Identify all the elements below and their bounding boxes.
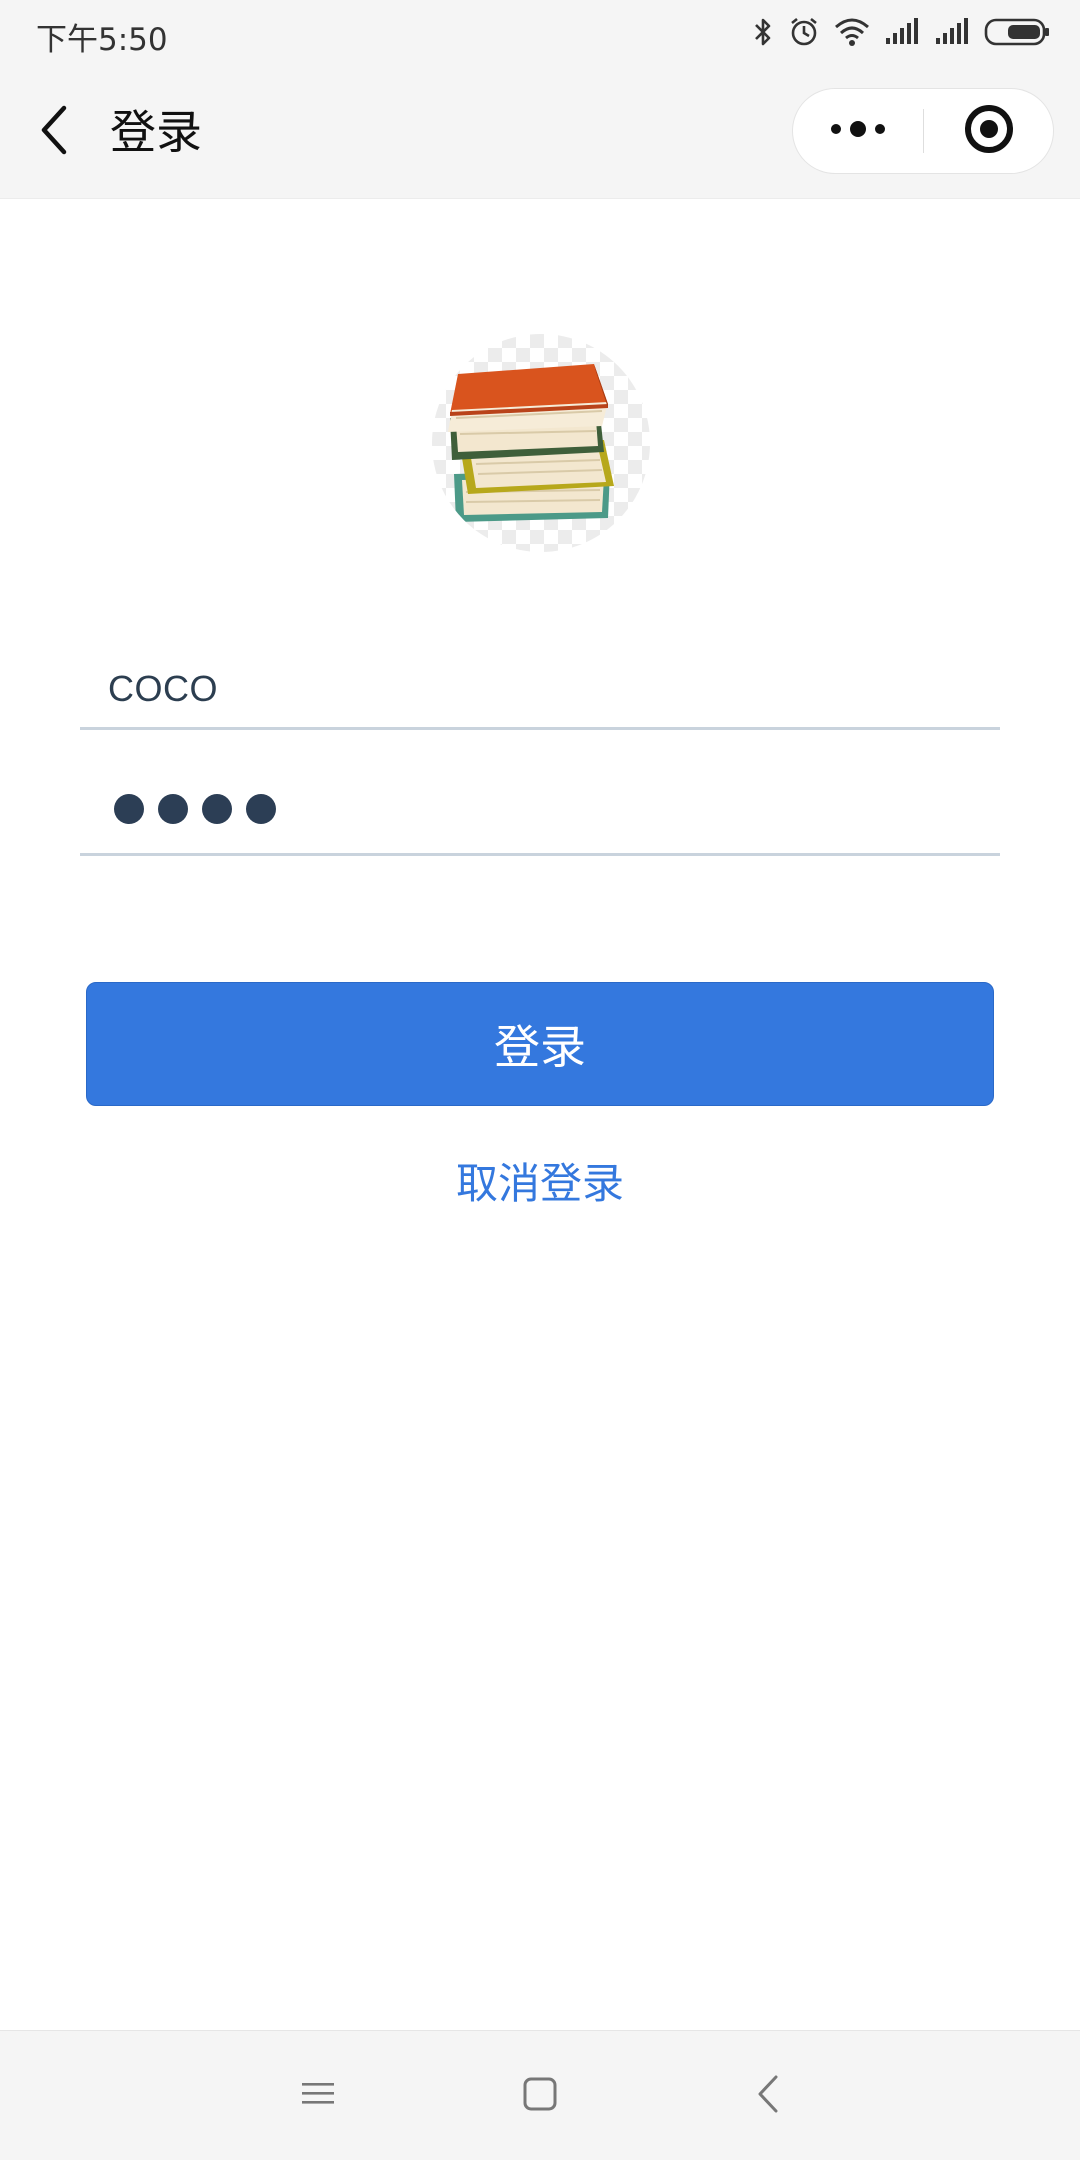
alarm-icon (788, 16, 820, 48)
avatar (432, 334, 650, 552)
username-value: COCO (108, 668, 218, 709)
menu-button[interactable] (278, 2061, 358, 2131)
system-nav-bar (0, 2030, 1080, 2160)
password-dot (158, 794, 188, 824)
back-button[interactable] (30, 102, 78, 162)
login-screen: 下午5:50 登录 COCO 登录 取消登录 (0, 0, 1080, 2160)
menu-icon (300, 2079, 336, 2113)
more-dots-icon (828, 119, 888, 143)
wifi-icon (834, 17, 870, 47)
page-title: 登录 (110, 105, 202, 159)
target-circle-icon (964, 104, 1014, 158)
password-field[interactable] (80, 768, 1000, 856)
password-dot (246, 794, 276, 824)
capsule-menu (792, 88, 1054, 174)
system-back-button[interactable] (728, 2061, 808, 2131)
home-button[interactable] (500, 2061, 580, 2131)
more-button[interactable] (793, 89, 923, 173)
chevron-left-icon (39, 105, 69, 159)
password-mask (114, 794, 276, 824)
home-square-icon (522, 2076, 558, 2116)
close-miniprogram-button[interactable] (924, 89, 1054, 173)
back-chevron-icon (756, 2074, 780, 2118)
nav-bar: 登录 (0, 66, 1080, 199)
status-time: 下午5:50 (36, 22, 168, 58)
signal-icon (884, 18, 920, 46)
signal-icon (934, 18, 970, 46)
books-stack-image (448, 364, 614, 522)
status-bar: 下午5:50 (0, 0, 1080, 66)
battery-icon (984, 17, 1050, 47)
cancel-login-link[interactable]: 取消登录 (0, 1150, 1080, 1211)
password-dot (114, 794, 144, 824)
bluetooth-icon (752, 16, 774, 48)
status-icons (752, 14, 1050, 50)
login-button[interactable]: 登录 (86, 982, 994, 1106)
password-dot (202, 794, 232, 824)
username-field[interactable]: COCO (80, 650, 1000, 730)
